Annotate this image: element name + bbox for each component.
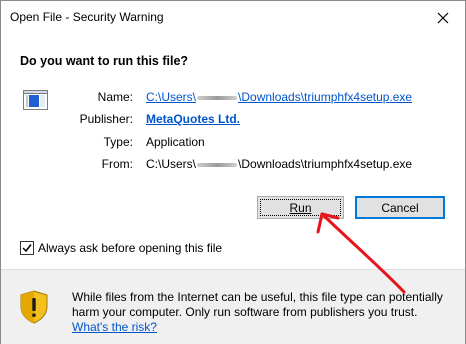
warning-line-1: While files from the Internet can be use… [72, 290, 443, 304]
file-name-prefix: C:\Users\ [146, 90, 197, 104]
whats-the-risk-link[interactable]: What's the risk? [72, 320, 452, 335]
checkmark-icon [22, 244, 32, 253]
from-prefix: C:\Users\ [146, 157, 197, 171]
close-icon [437, 12, 449, 24]
file-name-link[interactable]: C:\Users\ \Downloads\triumphfx4setup.exe [146, 90, 412, 104]
title-bar: Open File - Security Warning [1, 1, 465, 33]
security-warning-dialog: Open File - Security Warning Do you want… [0, 0, 466, 344]
window-title: Open File - Security Warning [10, 10, 164, 24]
publisher-label: Publisher: [79, 112, 133, 126]
publisher-link[interactable]: MetaQuotes Ltd. [146, 112, 240, 126]
type-value: Application [146, 135, 205, 149]
run-button[interactable]: Run [257, 196, 344, 219]
cancel-button-label: Cancel [381, 200, 419, 215]
file-name-suffix: \Downloads\triumphfx4setup.exe [238, 90, 413, 104]
redacted-username [197, 95, 238, 100]
warning-text: While files from the Internet can be use… [72, 290, 452, 335]
dialog-question: Do you want to run this file? [20, 54, 189, 68]
from-value: C:\Users\ \Downloads\triumphfx4setup.exe [146, 157, 412, 171]
application-file-icon [23, 90, 48, 110]
type-label: Type: [103, 135, 133, 149]
warning-shield-icon [20, 290, 48, 324]
warning-footer: While files from the Internet can be use… [1, 269, 465, 344]
focus-rectangle [260, 199, 341, 216]
always-ask-row[interactable]: Always ask before opening this file [20, 241, 222, 255]
from-label: From: [101, 157, 133, 171]
warning-line-2: harm your computer. Only run software fr… [72, 305, 418, 319]
from-suffix: \Downloads\triumphfx4setup.exe [238, 157, 413, 171]
redacted-username [197, 162, 238, 167]
cancel-button[interactable]: Cancel [355, 196, 445, 219]
close-button[interactable] [429, 7, 457, 29]
always-ask-label: Always ask before opening this file [38, 241, 223, 255]
name-label: Name: [97, 90, 133, 104]
always-ask-checkbox[interactable] [20, 241, 34, 255]
